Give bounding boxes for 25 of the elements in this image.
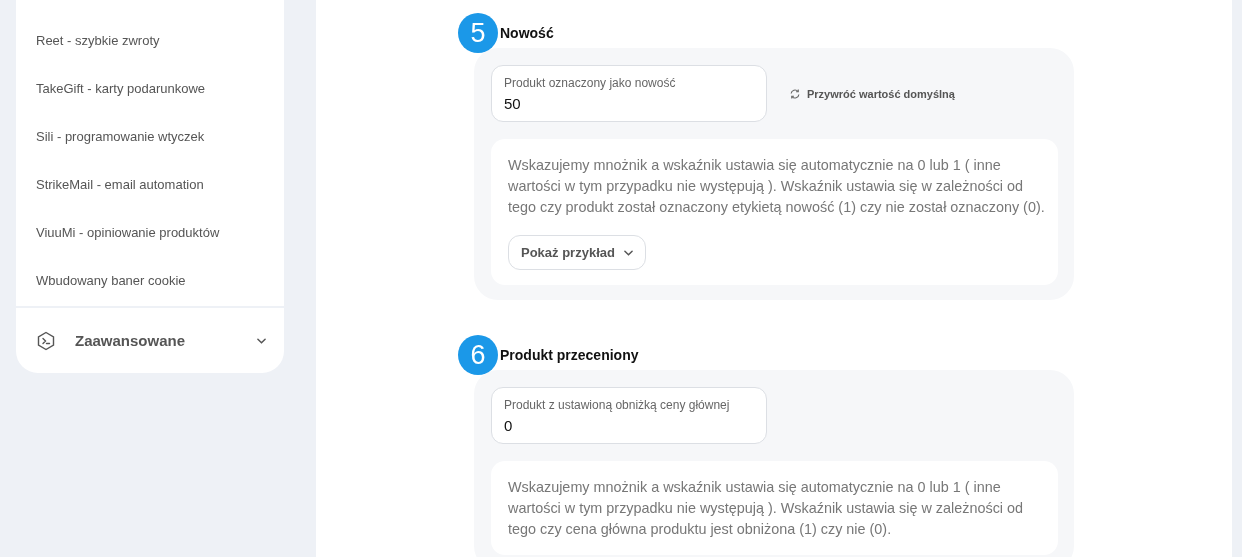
sidebar-item[interactable]: Reet - szybkie zwroty (16, 16, 284, 64)
input-field[interactable]: 50 (504, 95, 754, 112)
section-title: Nowość (500, 25, 554, 41)
text-field[interactable]: Produkt oznaczony jako nowość 50 (491, 65, 767, 122)
step-number: 5 (458, 13, 498, 53)
sidebar-item[interactable]: TakeGift - karty podarunkowe (16, 64, 284, 112)
field-label: Produkt z ustawioną obniżką ceny głównej (504, 398, 731, 412)
sidebar-item[interactable]: Sili - programowanie wtyczek (16, 112, 284, 160)
chevron-down-icon (623, 249, 633, 256)
field-label: Produkt oznaczony jako nowość (504, 76, 677, 90)
input-field[interactable]: 0 (504, 417, 754, 434)
refresh-icon (789, 87, 801, 100)
step-number: 6 (458, 335, 498, 375)
description-text: Wskazujemy mnożnik a wskaźnik ustawia się automatycznie na 0 lub 1 ( inne wartości w tym przypadku nie występują ). Wskaźnik ustawia się w zależności od tego czy produkt został oznaczony etykietą nowość (1) czy nie został oznaczony (0). (508, 156, 1046, 217)
sidebar-item[interactable]: StrikeMail - email automation (16, 160, 284, 208)
description-text: Wskazujemy mnożnik a wskaźnik ustawia się automatycznie na 0 lub 1 ( inne wartości w tym przypadku nie występują ). Wskaźnik ustawia się w zależności od tego czy cena główna produktu jest obniżona (1) czy nie (0). (508, 478, 1025, 539)
section-title: Produkt przeceniony (500, 347, 639, 363)
chevron-down-icon (257, 337, 266, 344)
sidebar-item[interactable]: ViuuMi - opiniowanie produktów (16, 208, 284, 256)
show-example-button[interactable]: Pokaż przykład (508, 235, 646, 270)
terminal-hexagon-icon (36, 330, 56, 351)
reset-default-button[interactable]: Przywróć wartość domyślną (787, 85, 957, 102)
sidebar-group-toggle[interactable]: Zaawansowane (16, 308, 284, 373)
text-field[interactable]: Produkt z ustawioną obniżką ceny głównej 0 (491, 387, 767, 444)
sidebar-item[interactable]: Wbudowany baner cookie (16, 256, 284, 304)
